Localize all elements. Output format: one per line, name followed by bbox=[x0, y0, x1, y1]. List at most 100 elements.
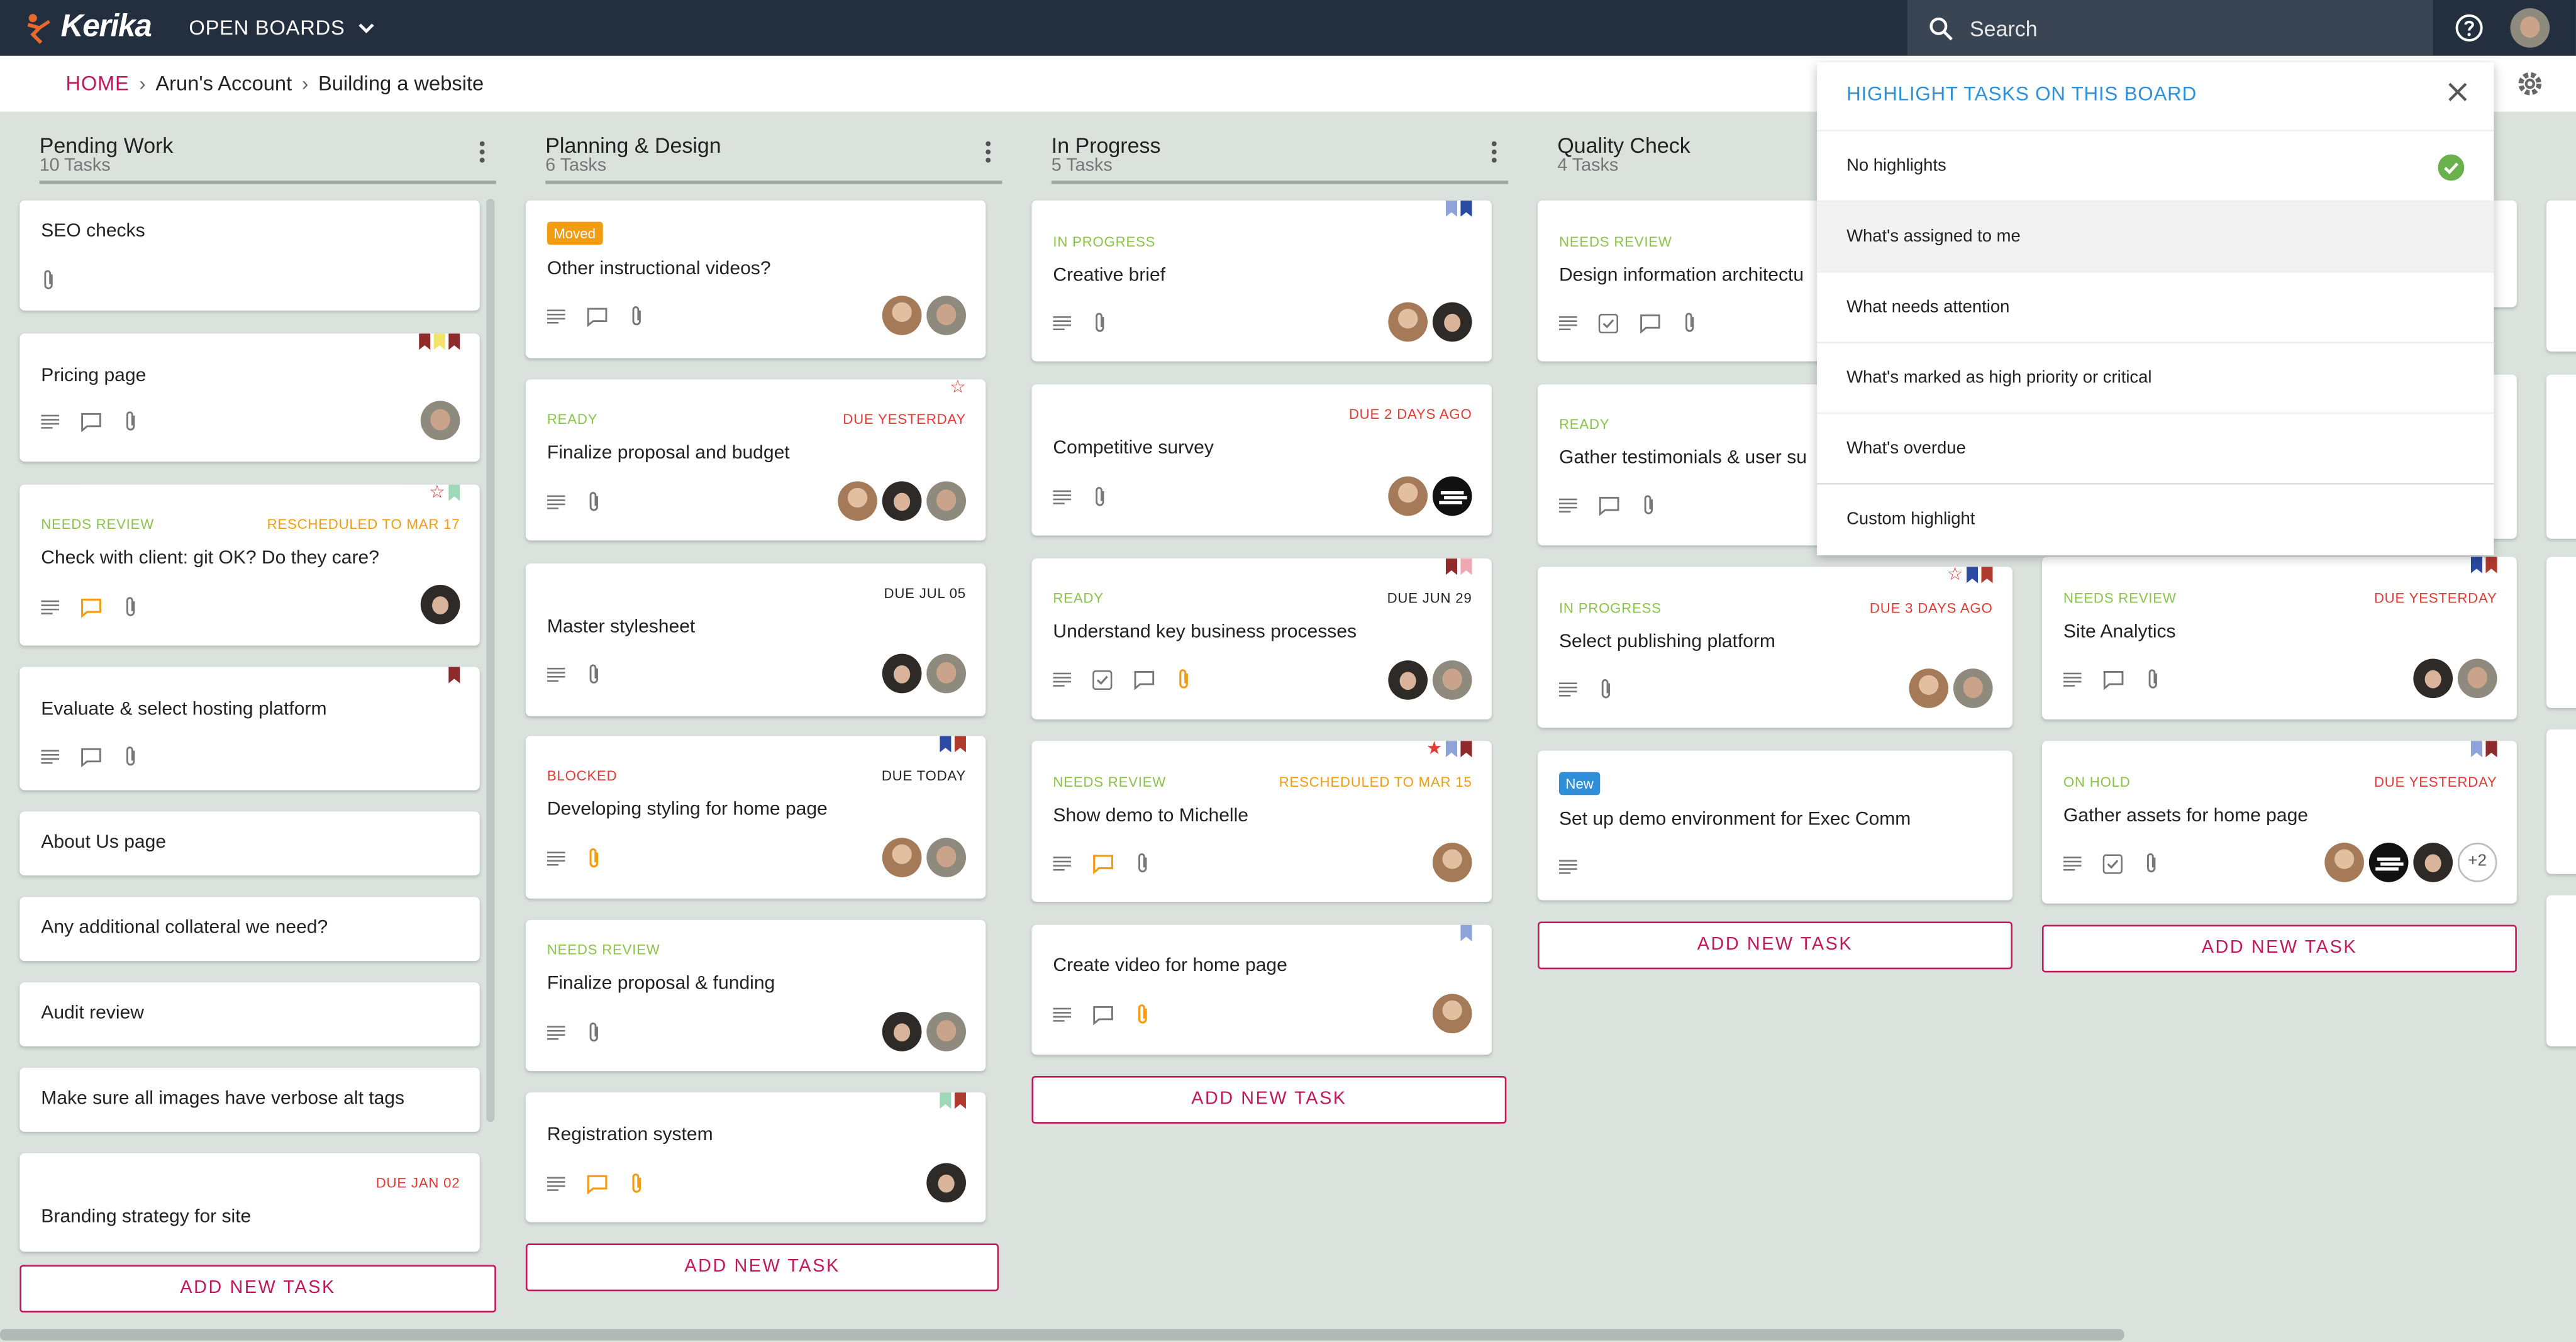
task-card[interactable]: ☆ IN PROGRESS DUE 3 DAYS AGO Select publ… bbox=[1538, 566, 2012, 728]
assignee-avatar[interactable] bbox=[1432, 994, 1472, 1034]
add-new-task-button[interactable]: ADD NEW TASK bbox=[2041, 924, 2517, 973]
column-scrollbar[interactable] bbox=[486, 199, 495, 1123]
assignee-avatar[interactable] bbox=[926, 296, 966, 335]
task-card[interactable]: Pricing page bbox=[19, 333, 480, 462]
breadcrumb-account[interactable]: Arun's Account bbox=[155, 72, 292, 96]
assignee-avatar[interactable] bbox=[1432, 660, 1472, 700]
board-horizontal-scrollbar[interactable] bbox=[0, 1327, 2576, 1342]
assignee-avatar[interactable] bbox=[1388, 302, 1428, 342]
task-card[interactable]: ON HOLD DUE YESTERDAY Gather assets for … bbox=[2041, 741, 2517, 904]
assignee-avatar[interactable] bbox=[420, 584, 460, 624]
description-icon bbox=[1053, 1007, 1072, 1022]
task-card[interactable] bbox=[2546, 895, 2576, 1046]
highlight-option-assigned-to-me[interactable]: What's assigned to me bbox=[1817, 200, 2494, 272]
task-card[interactable] bbox=[2546, 729, 2576, 874]
add-new-task-button[interactable]: ADD NEW TASK bbox=[19, 1265, 496, 1313]
task-card[interactable]: About Us page bbox=[19, 811, 480, 876]
assignee-avatar[interactable] bbox=[926, 481, 966, 521]
assignee-avatar[interactable] bbox=[882, 653, 922, 694]
task-card[interactable]: New Set up demo environment for Exec Com… bbox=[1538, 750, 2012, 901]
assignee-avatar[interactable] bbox=[882, 1012, 922, 1051]
breadcrumb-board: Building a website bbox=[318, 72, 484, 96]
task-card[interactable] bbox=[2546, 374, 2576, 539]
attachment-icon bbox=[44, 270, 53, 289]
comment-icon bbox=[81, 747, 101, 767]
assignee-avatar[interactable] bbox=[1388, 660, 1428, 700]
close-icon[interactable] bbox=[2448, 82, 2467, 102]
breadcrumb-home[interactable]: HOME bbox=[65, 72, 129, 96]
task-card[interactable] bbox=[2546, 200, 2576, 352]
assignee-avatar[interactable] bbox=[2457, 658, 2497, 699]
task-card[interactable]: Moved Other instructional videos? bbox=[525, 200, 986, 358]
assignee-avatar[interactable] bbox=[1432, 302, 1472, 342]
column-menu-icon[interactable] bbox=[1491, 141, 1498, 166]
task-card[interactable]: DUE JUL 05 Master stylesheet bbox=[525, 563, 986, 716]
assignee-avatar[interactable] bbox=[882, 838, 922, 877]
open-boards-menu[interactable]: OPEN BOARDS bbox=[189, 16, 374, 40]
kerika-logo-icon bbox=[27, 14, 50, 44]
task-card[interactable]: Registration system bbox=[525, 1092, 986, 1223]
task-title: Set up demo environment for Exec Comm bbox=[1558, 809, 1911, 830]
task-card[interactable]: DUE JAN 02 Branding strategy for site bbox=[19, 1153, 480, 1252]
assignee-avatar[interactable] bbox=[1388, 476, 1428, 516]
task-card[interactable]: DUE 2 DAYS AGO Competitive survey bbox=[1031, 384, 1492, 536]
search-input[interactable] bbox=[1966, 14, 2401, 42]
assignee-avatar[interactable] bbox=[926, 653, 966, 694]
assignee-avatar[interactable] bbox=[926, 1012, 966, 1051]
assignee-avatar[interactable] bbox=[2413, 658, 2453, 699]
assignee-avatar[interactable] bbox=[1432, 843, 1472, 882]
task-card[interactable]: ☆ NEEDS REVIEW RESCHEDULED TO MAR 17 Che… bbox=[19, 484, 480, 646]
column-header: Pending Work 10 Tasks bbox=[39, 131, 496, 184]
assignee-avatar[interactable] bbox=[1909, 668, 1949, 708]
assignee-avatar[interactable] bbox=[2413, 843, 2453, 882]
assignee-avatar[interactable] bbox=[882, 296, 922, 335]
assignee-avatar[interactable] bbox=[420, 401, 460, 441]
task-card[interactable]: SEO checks bbox=[19, 200, 480, 311]
highlight-option-overdue[interactable]: What's overdue bbox=[1817, 412, 2494, 483]
gear-icon[interactable] bbox=[2515, 69, 2545, 99]
assignee-avatar[interactable] bbox=[926, 1163, 966, 1203]
scrollbar-thumb[interactable] bbox=[0, 1329, 2124, 1341]
option-label: What's assigned to me bbox=[1846, 226, 2021, 247]
task-card[interactable]: Create video for home page bbox=[1031, 924, 1492, 1055]
more-assignees-badge[interactable]: +2 bbox=[2457, 843, 2497, 882]
column-menu-icon[interactable] bbox=[985, 141, 992, 166]
task-card[interactable]: ☆ READY DUE YESTERDAY Finalize proposal … bbox=[525, 379, 986, 541]
column-count: 10 Tasks bbox=[39, 156, 111, 176]
assignee-avatar[interactable] bbox=[838, 481, 877, 521]
assignee-avatar[interactable] bbox=[926, 838, 966, 877]
assignee-avatar[interactable] bbox=[2368, 843, 2409, 882]
assignee-avatar[interactable] bbox=[1432, 476, 1472, 516]
task-card[interactable]: Make sure all images have verbose alt ta… bbox=[19, 1067, 480, 1132]
attachment-icon bbox=[1096, 313, 1104, 332]
task-card[interactable]: BLOCKED DUE TODAY Developing styling for… bbox=[525, 736, 986, 899]
task-card[interactable] bbox=[2546, 557, 2576, 708]
assignee-avatar[interactable] bbox=[2324, 843, 2364, 882]
highlight-option-none[interactable]: No highlights bbox=[1817, 130, 2494, 200]
add-new-task-button[interactable]: ADD NEW TASK bbox=[1538, 921, 2012, 970]
task-card[interactable]: NEEDS REVIEW DUE YESTERDAY Site Analytic… bbox=[2041, 557, 2517, 720]
kerika-logo[interactable]: Kerika bbox=[23, 8, 152, 48]
task-card[interactable]: NEEDS REVIEW Finalize proposal & funding bbox=[525, 919, 986, 1072]
task-card[interactable]: READY DUE JUN 29 Understand key business… bbox=[1031, 558, 1492, 720]
assignee-avatar[interactable] bbox=[1953, 668, 1993, 708]
help-icon[interactable] bbox=[2455, 13, 2484, 43]
user-avatar[interactable] bbox=[2510, 8, 2550, 48]
task-card[interactable]: Any additional collateral we need? bbox=[19, 897, 480, 962]
highlight-option-needs-attention[interactable]: What needs attention bbox=[1817, 271, 2494, 341]
add-new-task-button[interactable]: ADD NEW TASK bbox=[525, 1243, 999, 1292]
highlight-option-custom[interactable]: Custom highlight bbox=[1817, 482, 2494, 553]
highlight-option-high-priority[interactable]: What's marked as high priority or critic… bbox=[1817, 341, 2494, 412]
add-new-task-button[interactable]: ADD NEW TASK bbox=[1031, 1075, 1507, 1124]
task-card[interactable]: Evaluate & select hosting platform bbox=[19, 667, 480, 790]
task-card[interactable]: Audit review bbox=[19, 982, 480, 1046]
description-icon bbox=[1558, 682, 1577, 697]
task-title: Gather testimonials & user su bbox=[1558, 448, 1807, 469]
assignee-avatar[interactable] bbox=[882, 481, 922, 521]
column-menu-icon[interactable] bbox=[479, 141, 486, 166]
task-card[interactable]: IN PROGRESS Creative brief bbox=[1031, 200, 1492, 362]
tag-flags bbox=[2470, 741, 2497, 758]
task-title: Registration system bbox=[547, 1125, 713, 1145]
search-bar[interactable] bbox=[1907, 0, 2433, 56]
task-card[interactable]: ★ NEEDS REVIEW RESCHEDULED TO MAR 15 Sho… bbox=[1031, 740, 1492, 902]
